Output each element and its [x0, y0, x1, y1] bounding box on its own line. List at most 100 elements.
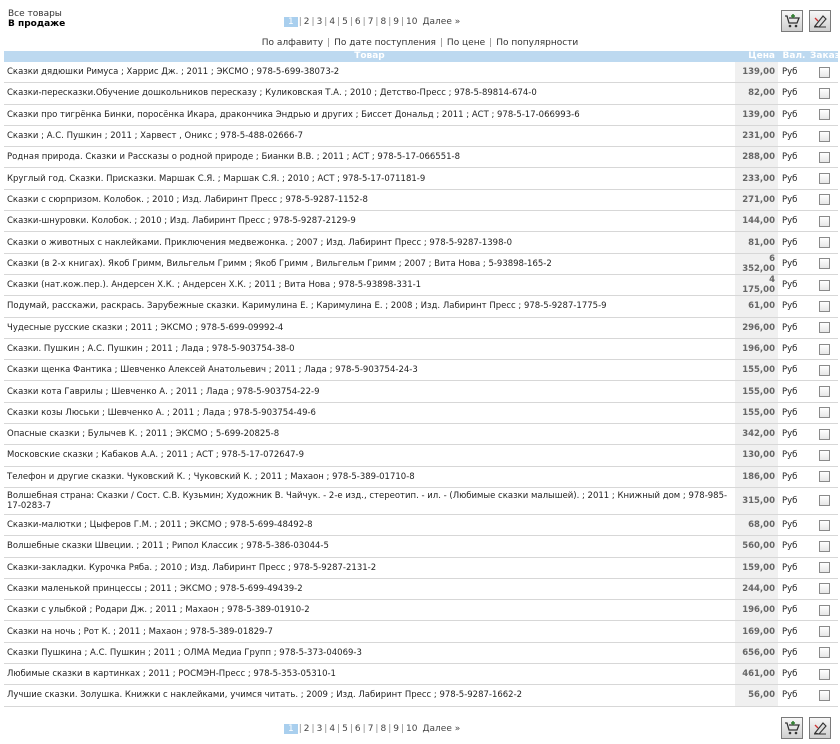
order-checkbox[interactable]	[819, 562, 830, 574]
column-header-price[interactable]: Цена	[735, 51, 778, 62]
add-to-cart-button[interactable]	[781, 10, 803, 32]
product-currency: Руб	[778, 514, 810, 537]
order-checkbox[interactable]	[819, 322, 830, 334]
order-checkbox[interactable]	[819, 151, 830, 163]
order-checkbox[interactable]	[819, 300, 830, 312]
sort-alpha-link[interactable]: По алфавиту	[262, 38, 323, 48]
add-to-cart-button-bottom[interactable]	[781, 717, 803, 739]
page-link[interactable]: 4	[328, 724, 336, 734]
sort-popular-link[interactable]: По популярности	[496, 38, 578, 48]
order-checkbox[interactable]	[819, 540, 830, 552]
order-checkbox[interactable]	[819, 583, 830, 595]
product-title[interactable]: Сказки ; А.С. Пушкин ; 2011 ; Харвест , …	[4, 125, 735, 148]
product-price: 233,00	[735, 167, 778, 190]
product-title[interactable]: Сказки с сюрпризом. Колобок. ; 2010 ; Из…	[4, 189, 735, 212]
page-link[interactable]: 6	[354, 724, 362, 734]
order-checkbox[interactable]	[819, 604, 830, 616]
product-title[interactable]: Сказки про тигрёнка Бинки, поросёнка Ика…	[4, 104, 735, 126]
all-goods-link[interactable]: Все товары	[8, 9, 65, 19]
page-link[interactable]: 4	[328, 17, 336, 27]
order-checkbox[interactable]	[819, 109, 830, 121]
sort-price-link[interactable]: По цене	[447, 38, 485, 48]
page-link[interactable]: 1	[284, 17, 298, 27]
order-checkbox[interactable]	[819, 407, 830, 419]
order-checkbox[interactable]	[819, 173, 830, 185]
clear-order-button-bottom[interactable]	[809, 717, 831, 739]
order-checkbox[interactable]	[819, 449, 830, 461]
product-price: 656,00	[735, 642, 778, 665]
order-checkbox[interactable]	[819, 626, 830, 638]
product-currency: Руб	[778, 642, 810, 665]
order-checkbox[interactable]	[819, 194, 830, 206]
order-checkbox[interactable]	[819, 689, 830, 701]
product-title[interactable]: Сказки кота Гаврилы ; Шевченко А. ; 2011…	[4, 380, 735, 403]
product-title[interactable]: Волшебные сказки Швеции. ; 2011 ; Рипол …	[4, 535, 735, 558]
order-checkbox[interactable]	[819, 668, 830, 680]
product-title[interactable]: Сказки с улыбкой ; Родари Дж. ; 2011 ; М…	[4, 599, 735, 622]
product-title[interactable]: Сказки щенка Фантика ; Шевченко Алексей …	[4, 359, 735, 382]
product-title[interactable]: Сказки маленькой принцессы ; 2011 ; ЭКСМ…	[4, 578, 735, 601]
order-checkbox[interactable]	[819, 428, 830, 440]
product-title[interactable]: Сказки (в 2-х книгах). Якоб Гримм, Вильг…	[4, 253, 735, 275]
order-checkbox[interactable]	[819, 495, 830, 507]
product-title[interactable]: Сказки козы Люськи ; Шевченко А. ; 2011 …	[4, 402, 735, 425]
order-checkbox[interactable]	[819, 343, 830, 355]
product-currency: Руб	[778, 444, 810, 467]
next-page-link[interactable]: Далее »	[422, 17, 460, 27]
product-title[interactable]: Опасные сказки ; Булычев К. ; 2011 ; ЭКС…	[4, 423, 735, 446]
page-link[interactable]: 10	[405, 17, 418, 27]
product-title[interactable]: Волшебная страна: Сказки / Сост. С.В. Ку…	[4, 487, 735, 515]
next-page-link[interactable]: Далее »	[422, 724, 460, 734]
product-currency: Руб	[778, 62, 810, 84]
column-header-title[interactable]: Товар	[4, 51, 735, 62]
page-link[interactable]: 6	[354, 17, 362, 27]
product-title[interactable]: Любимые сказки в картинках ; 2011 ; РОСМ…	[4, 663, 735, 686]
table-row: Лучшие сказки. Золушка. Книжки с наклейк…	[4, 684, 838, 707]
order-checkbox[interactable]	[819, 647, 830, 659]
product-title[interactable]: Круглый год. Сказки. Присказки. Маршак С…	[4, 167, 735, 190]
order-checkbox[interactable]	[819, 364, 830, 376]
product-title[interactable]: Московские сказки ; Кабаков А.А. ; 2011 …	[4, 444, 735, 467]
page-link[interactable]: 5	[341, 17, 349, 27]
order-cell	[810, 253, 838, 275]
order-checkbox[interactable]	[819, 519, 830, 531]
order-cell	[810, 620, 838, 643]
order-checkbox[interactable]	[819, 237, 830, 249]
order-cell	[810, 402, 838, 425]
product-title[interactable]: Родная природа. Сказки и Рассказы о родн…	[4, 146, 735, 169]
page-link[interactable]: 9	[392, 17, 400, 27]
page-link[interactable]: 9	[392, 724, 400, 734]
order-checkbox[interactable]	[819, 386, 830, 398]
order-checkbox[interactable]	[819, 215, 830, 227]
page-link[interactable]: 2	[303, 17, 311, 27]
page-link[interactable]: 10	[405, 724, 418, 734]
page-link[interactable]: 1	[284, 724, 298, 734]
order-checkbox[interactable]	[819, 130, 830, 142]
product-title[interactable]: Сказки-пересказки.Обучение дошкольников …	[4, 82, 735, 105]
product-title[interactable]: Сказки-закладки. Курочка Ряба. ; 2010 ; …	[4, 557, 735, 579]
table-row: Сказки дядюшки Римуса ; Харрис Дж. ; 201…	[4, 62, 838, 84]
product-title[interactable]: Чудесные русские сказки ; 2011 ; ЭКСМО ;…	[4, 317, 735, 339]
order-checkbox[interactable]	[819, 258, 830, 270]
product-title[interactable]: Сказки. Пушкин ; А.С. Пушкин ; 2011 ; Ла…	[4, 338, 735, 361]
product-title[interactable]: Сказки дядюшки Римуса ; Харрис Дж. ; 201…	[4, 62, 735, 84]
product-title[interactable]: Телефон и другие сказки. Чуковский К. ; …	[4, 466, 735, 488]
order-checkbox[interactable]	[819, 471, 830, 483]
sort-date-link[interactable]: По дате поступления	[334, 38, 436, 48]
page-link[interactable]: 2	[303, 724, 311, 734]
page-link[interactable]: 5	[341, 724, 349, 734]
order-checkbox[interactable]	[819, 66, 830, 78]
order-checkbox[interactable]	[819, 279, 830, 291]
product-title[interactable]: Лучшие сказки. Золушка. Книжки с наклейк…	[4, 684, 735, 707]
product-title[interactable]: Сказки-малютки ; Цыферов Г.М. ; 2011 ; Э…	[4, 514, 735, 537]
order-checkbox[interactable]	[819, 87, 830, 99]
product-title[interactable]: Подумай, расскажи, раскрась. Зарубежные …	[4, 295, 735, 318]
product-title[interactable]: Сказки-шнуровки. Колобок. ; 2010 ; Изд. …	[4, 210, 735, 233]
product-title[interactable]: Сказки на ночь ; Рот К. ; 2011 ; Махаон …	[4, 620, 735, 643]
clear-order-button[interactable]	[809, 10, 831, 32]
product-title[interactable]: Сказки Пушкина ; А.С. Пушкин ; 2011 ; ОЛ…	[4, 642, 735, 665]
table-row: Сказки (в 2-х книгах). Якоб Гримм, Вильг…	[4, 253, 838, 275]
table-row: Любимые сказки в картинках ; 2011 ; РОСМ…	[4, 663, 838, 686]
product-title[interactable]: Сказки (нат.кож.пер.). Андерсен Х.К. ; А…	[4, 274, 735, 297]
product-title[interactable]: Сказки о животных с наклейками. Приключе…	[4, 231, 735, 254]
